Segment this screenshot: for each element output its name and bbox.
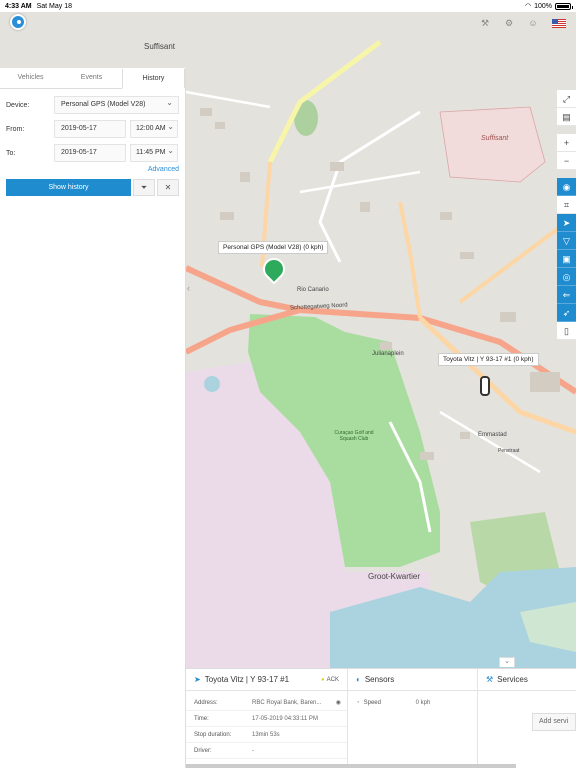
info-key: Driver: <box>194 748 212 754</box>
settings-icon[interactable]: ⚙ <box>504 18 514 28</box>
sensor-row: ◔ Speed 0 kph <box>348 695 477 711</box>
info-key: Stop duration: <box>194 732 232 738</box>
fit-bounds-icon[interactable]: ⌗ <box>557 196 576 214</box>
sensors-title: Sensors <box>364 674 395 684</box>
info-value: - <box>252 748 254 754</box>
device-select[interactable]: Personal GPS (Model V28) <box>54 95 179 114</box>
gps-tooltip: Personal GPS (Model V28) (0 kph) <box>218 241 329 254</box>
navigate-icon[interactable]: ➤ <box>557 214 576 232</box>
history-actions: Show history ⏷ ✕ <box>0 179 185 196</box>
sensors-section: ◐ Sensors ◔ Speed 0 kph <box>348 669 478 768</box>
user-icon[interactable]: ☺ <box>528 18 538 28</box>
info-value: 13min 53s <box>252 732 280 738</box>
map-toolbar: ⤢ ▤ + − ◉ ⌗ ➤ ▽ ▣ ◎ ⇐ ➶ ▯ <box>557 90 576 340</box>
device-row: Device: Personal GPS (Model V28) <box>0 94 185 116</box>
tools-icon[interactable]: ⚒ <box>480 18 490 28</box>
to-label: To: <box>6 149 16 157</box>
map-label-emmastad: Emmastad <box>478 432 507 438</box>
vehicle-title: Toyota Vitz | Y 93-17 #1 <box>204 674 290 684</box>
device-label: Device: <box>6 101 30 109</box>
speedometer-icon: ◔ <box>356 700 360 706</box>
car-marker-icon[interactable] <box>480 376 490 396</box>
from-label: From: <box>6 125 25 133</box>
route-icon[interactable]: ▽ <box>557 232 576 250</box>
fullscreen-icon[interactable]: ⤢ <box>557 90 576 108</box>
car-tooltip: Toyota Vitz | Y 93-17 #1 (0 kph) <box>438 353 539 366</box>
sensors-header: ◐ Sensors <box>348 669 477 691</box>
battery-percent: 100% <box>534 2 552 10</box>
ack-badge: ACK <box>321 669 339 691</box>
map-label-golf-club: Curaçao Golf and Squash Club <box>334 430 374 442</box>
to-date-input[interactable]: 2019-05-17 <box>54 144 126 162</box>
poi-icon[interactable]: ▣ <box>557 250 576 268</box>
from-row: From: 2019-05-17 12:00 AM <box>0 118 185 140</box>
sensor-value: 0 kph <box>415 700 431 706</box>
map-label-suffisant: Suffisant <box>144 42 175 51</box>
bottom-panel: ➤ Toyota Vitz | Y 93-17 #1 ACK Address: … <box>186 668 576 768</box>
from-date-input[interactable]: 2019-05-17 <box>54 120 126 138</box>
tab-events[interactable]: Events <box>61 68 122 88</box>
logo-icon[interactable] <box>10 14 26 30</box>
map-label-groot-kwartier: Groot-Kwartier <box>368 572 421 581</box>
from-time-select[interactable]: 12:00 AM <box>130 119 178 138</box>
gps-follow-icon[interactable]: ◉ <box>557 178 576 196</box>
navigation-icon: ➤ <box>194 674 201 684</box>
info-key: Time: <box>194 716 209 722</box>
to-time-select[interactable]: 11:45 PM <box>130 143 178 162</box>
status-bar: 4:33 AM Sat May 18 ◠ 100% <box>0 0 576 12</box>
sensor-name: Speed <box>363 700 381 706</box>
map-label-suffisant-right: Suffisant <box>481 135 509 142</box>
info-row: Stop duration: 13min 53s <box>186 727 347 743</box>
wrench-icon: ⚒ <box>486 674 494 684</box>
map-label-rio-canario: Rio Canario <box>297 287 329 293</box>
services-header: ⚒ Services <box>478 669 576 691</box>
language-flag-icon[interactable] <box>552 18 566 28</box>
info-value: 17-05-2019 04:33:11 PM <box>252 716 318 722</box>
info-row: Driver: - <box>186 743 347 759</box>
to-row: To: 2019-05-17 11:45 PM <box>0 142 185 164</box>
zoom-out-icon[interactable]: − <box>557 152 576 170</box>
map-label-julianaplein: Julianaplein <box>372 351 404 357</box>
battery-icon <box>555 2 573 10</box>
eye-icon[interactable]: ◉ <box>336 695 341 710</box>
history-panel: Vehicles Events History Device: Personal… <box>0 68 186 768</box>
geofence-icon[interactable]: ◎ <box>557 268 576 286</box>
mobile-icon[interactable]: ▯ <box>557 322 576 340</box>
status-right: ◠ 100% <box>524 2 573 10</box>
map-label-penstraat: Penstraat <box>498 448 520 454</box>
vehicle-info: ➤ Toyota Vitz | Y 93-17 #1 ACK Address: … <box>186 669 348 768</box>
advanced-link[interactable]: Advanced <box>0 166 185 176</box>
tabs: Vehicles Events History <box>0 68 185 89</box>
vehicle-info-header: ➤ Toyota Vitz | Y 93-17 #1 ACK <box>186 669 347 691</box>
status-time: 4:33 AM <box>5 2 32 10</box>
info-key: Address: <box>194 700 218 706</box>
map-layers-icon[interactable]: ▤ <box>557 108 576 126</box>
collapse-panel-icon[interactable]: ‹ <box>187 283 190 293</box>
info-value: RBC Royal Bank, Baren... <box>252 700 322 706</box>
info-row: Time: 17-05-2019 04:33:11 PM <box>186 711 347 727</box>
horizontal-scrollbar[interactable] <box>186 764 516 768</box>
info-row: Address: RBC Royal Bank, Baren... ◉ <box>186 695 347 711</box>
services-section: ⚒ Services Add servi <box>478 669 576 768</box>
add-service-button[interactable]: Add servi <box>532 713 576 731</box>
direction-icon[interactable]: ➶ <box>557 304 576 322</box>
services-title: Services <box>497 674 528 684</box>
collapse-bottom-icon[interactable]: ⌄ <box>499 657 515 667</box>
status-date: Sat May 18 <box>36 2 73 10</box>
back-icon[interactable]: ⇐ <box>557 286 576 304</box>
show-history-button[interactable]: Show history <box>6 179 131 196</box>
sensor-icon: ◐ <box>356 674 361 684</box>
tab-history[interactable]: History <box>122 69 185 89</box>
zoom-in-icon[interactable]: + <box>557 134 576 152</box>
tab-vehicles[interactable]: Vehicles <box>0 68 61 88</box>
top-icons: ⚒ ⚙ ☺ <box>480 18 566 28</box>
close-icon[interactable]: ✕ <box>157 179 179 196</box>
wifi-icon: ◠ <box>524 3 532 10</box>
filter-icon[interactable]: ⏷ <box>133 179 155 196</box>
